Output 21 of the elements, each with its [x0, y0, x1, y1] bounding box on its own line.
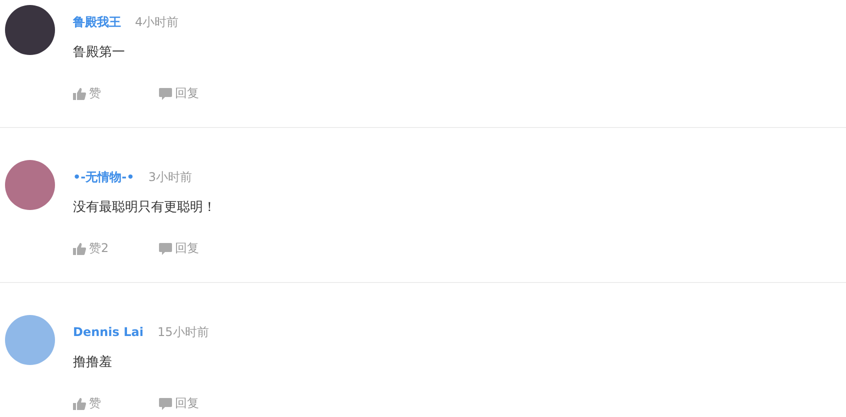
reply-button[interactable]: 回复: [159, 240, 213, 257]
author-name[interactable]: 鲁殿我王: [73, 14, 121, 30]
reply-button[interactable]: 回复: [159, 85, 213, 102]
reply-button[interactable]: 回复: [159, 395, 213, 412]
comment-text: 撸撸羞: [73, 354, 113, 371]
thumbs-up-icon: [73, 242, 86, 254]
comment-text: 鲁殿第一: [73, 44, 126, 61]
comment-time: 3小时前: [148, 168, 192, 186]
author-name[interactable]: Dennis Lai: [73, 325, 144, 339]
author-name[interactable]: •-无情物-•: [73, 168, 134, 186]
comment-text: 没有最聪明只有更聪明！: [73, 199, 216, 216]
thumbs-up-icon: [73, 88, 86, 100]
like-button[interactable]: 赞: [73, 395, 127, 412]
comment-icon: [159, 88, 172, 100]
thumbs-up-icon: [73, 398, 86, 410]
comment-icon: [159, 398, 172, 410]
like-button[interactable]: 赞2: [73, 240, 127, 257]
like-button[interactable]: 赞: [73, 85, 127, 102]
comment-time: 15小时前: [157, 324, 209, 340]
comment-time: 4小时前: [135, 14, 179, 30]
comment-icon: [159, 242, 172, 254]
